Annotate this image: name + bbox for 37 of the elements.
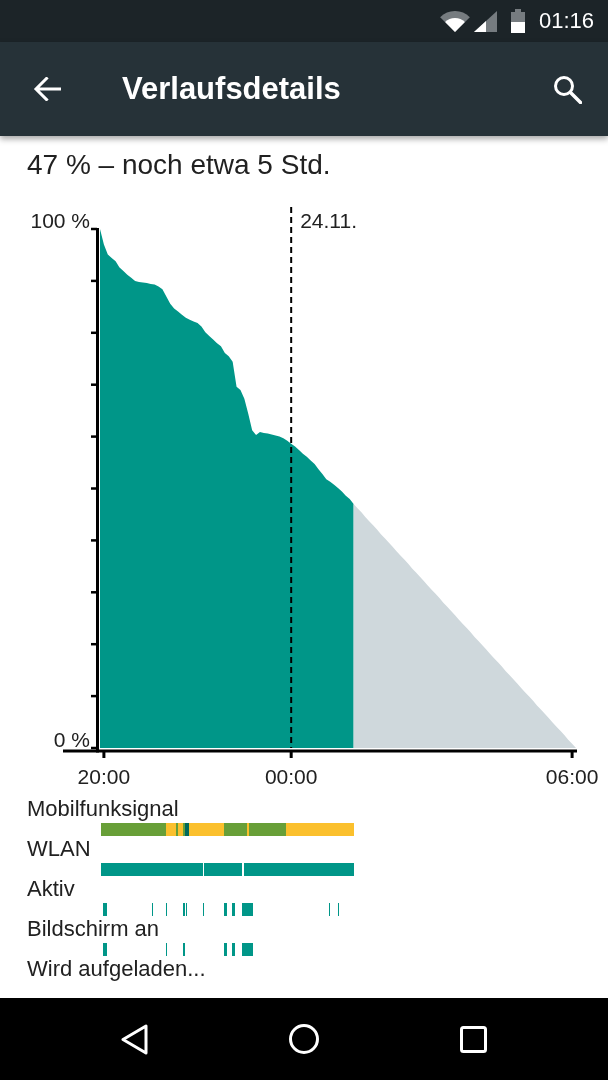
wifi-icon: [439, 10, 470, 32]
timeline-segment: [151, 903, 153, 916]
timeline-segment: [242, 903, 253, 916]
timeline-segment: [103, 943, 107, 956]
cell-signal-icon: [473, 10, 497, 32]
timeline-segment: [231, 943, 236, 956]
battery-icon: [510, 9, 525, 33]
battery-summary-text: 47 % – noch etwa 5 Std.: [27, 149, 331, 180]
track-label: Wird aufgeladen...: [27, 957, 206, 981]
track-label: Bildschirm an: [27, 917, 160, 941]
screen-title: Verlaufsdetails: [122, 71, 341, 107]
timeline-segment: [223, 943, 227, 956]
timeline-segment: [165, 943, 168, 956]
timeline-segment: [103, 903, 107, 916]
timeline-segment: [329, 903, 331, 916]
axis-label: 100 %: [30, 208, 90, 232]
timeline-segment: [203, 903, 205, 916]
timeline-segment: [242, 943, 253, 956]
nav-recents-icon[interactable]: [460, 1025, 487, 1053]
timeline-segment: [231, 903, 236, 916]
clock-text: 01:16: [538, 9, 594, 33]
track-label: Aktiv: [27, 877, 75, 901]
nav-back-icon[interactable]: [121, 1023, 148, 1055]
search-icon[interactable]: [553, 74, 582, 104]
timeline-segment: [183, 943, 185, 956]
track-label: WLAN: [27, 837, 91, 861]
axis-label: 06:00: [545, 765, 599, 788]
axis-label: 0 %: [53, 727, 90, 751]
track-label: Mobilfunksignal: [27, 797, 179, 821]
timeline-segment: [223, 903, 227, 916]
axis-label: 20:00: [77, 765, 131, 788]
nav-home-icon[interactable]: [289, 1024, 319, 1054]
date-label: 24.11.: [300, 209, 357, 232]
axis-label: 00:00: [264, 765, 318, 788]
timeline-segment: [337, 903, 339, 916]
timeline-segment: [165, 903, 168, 916]
back-arrow-icon[interactable]: [33, 77, 61, 101]
